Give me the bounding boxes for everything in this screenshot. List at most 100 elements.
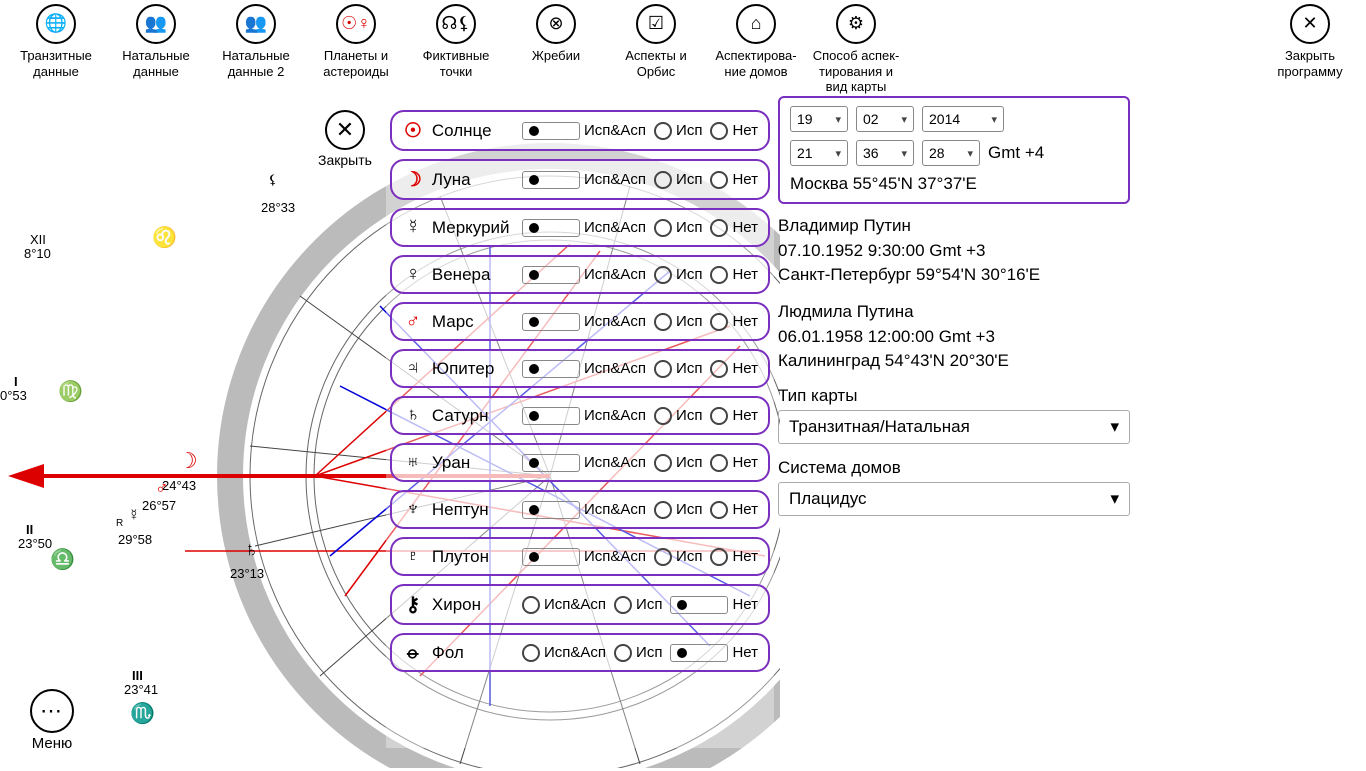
svg-text:23°50: 23°50 <box>18 536 52 551</box>
planet-name: Фол <box>432 643 514 663</box>
opt-use-aspect[interactable]: Исп&Асп <box>522 360 646 378</box>
opt-none[interactable]: Нет <box>710 313 758 331</box>
radio-icon <box>654 313 672 331</box>
tool-planets-asteroids[interactable]: ☉♀Планеты и астероиды <box>308 4 404 79</box>
svg-text:XII: XII <box>30 232 46 247</box>
opt-none[interactable]: Нет <box>710 171 758 189</box>
transit-year-select[interactable]: 2014▾ <box>922 106 1004 132</box>
chevron-down-icon: ▾ <box>901 147 907 160</box>
svg-text:♍: ♍ <box>58 379 83 403</box>
tool-fictitious-points[interactable]: ☊⚸Фиктивные точки <box>408 4 504 79</box>
chart-type-select[interactable]: Транзитная/Натальная▾ <box>778 410 1130 444</box>
house-system-label: Система домов <box>778 458 1130 478</box>
opt-none[interactable]: Нет <box>670 644 758 662</box>
svg-text:23°13: 23°13 <box>230 566 264 581</box>
transit-month-select[interactable]: 02▾ <box>856 106 914 132</box>
svg-text:R: R <box>116 518 123 529</box>
opt-use[interactable]: Исп <box>654 407 702 425</box>
people-icon: 👥 <box>136 4 176 44</box>
opt-none[interactable]: Нет <box>710 454 758 472</box>
transit-day-select[interactable]: 19▾ <box>790 106 848 132</box>
opt-use[interactable]: Исп <box>654 122 702 140</box>
opt-use[interactable]: Исп <box>614 596 662 614</box>
tool-close-app[interactable]: ✕Закрыть программу <box>1262 4 1358 79</box>
opt-none[interactable]: Нет <box>670 596 758 614</box>
opt-use-aspect[interactable]: Исп&Асп <box>522 219 646 237</box>
radio-icon <box>710 122 728 140</box>
tool-house-aspecting[interactable]: ⌂Аспектирова­ние домов <box>708 4 804 79</box>
svg-text:I: I <box>14 374 18 389</box>
opt-use[interactable]: Исп <box>654 360 702 378</box>
menu-button[interactable]: ⋯ <box>30 689 74 733</box>
tool-aspect-mode-view[interactable]: ⚙Способ аспек­тирования и вид карты <box>808 4 904 95</box>
opt-use[interactable]: Исп <box>654 548 702 566</box>
opt-use[interactable]: Исп <box>654 313 702 331</box>
planet-glyph-icon: ⚷ <box>402 592 424 617</box>
planet-name: Плутон <box>432 547 514 567</box>
opt-none[interactable]: Нет <box>710 122 758 140</box>
tool-natal-data[interactable]: 👥Натальные данные <box>108 4 204 79</box>
tool-natal-data-2[interactable]: 👥Натальные данные 2 <box>208 4 304 79</box>
svg-text:☽: ☽ <box>178 448 198 473</box>
svg-text:♏: ♏ <box>130 701 155 725</box>
chevron-down-icon: ▾ <box>967 147 973 160</box>
opt-use-aspect[interactable]: Исп&Асп <box>522 548 646 566</box>
planet-glyph-icon: ☿ <box>402 216 424 239</box>
svg-text:☿: ☿ <box>128 507 140 524</box>
opt-use[interactable]: Исп <box>614 644 662 662</box>
opt-use[interactable]: Исп <box>654 501 702 519</box>
opt-use-aspect[interactable]: Исп&Асп <box>522 122 646 140</box>
opt-use[interactable]: Исп <box>654 266 702 284</box>
opt-use-aspect[interactable]: Исп&Асп <box>522 596 606 614</box>
chart-type-label: Тип карты <box>778 386 1130 406</box>
opt-use[interactable]: Исп <box>654 454 702 472</box>
radio-icon <box>522 596 540 614</box>
opt-use-aspect[interactable]: Исп&Асп <box>522 644 606 662</box>
opt-use-aspect[interactable]: Исп&Асп <box>522 501 646 519</box>
opt-none[interactable]: Нет <box>710 548 758 566</box>
opt-use-aspect[interactable]: Исп&Асп <box>522 454 646 472</box>
radio-icon <box>654 122 672 140</box>
chevron-down-icon: ▾ <box>1110 417 1119 437</box>
opt-use-aspect[interactable]: Исп&Асп <box>522 407 646 425</box>
opt-none[interactable]: Нет <box>710 360 758 378</box>
work-area: ♌♍♎ ♏♐ XII8°10 I0°53 II23°50 III23°41 ⚸2… <box>0 96 1366 768</box>
opt-use-aspect[interactable]: Исп&Асп <box>522 266 646 284</box>
close-overlay-button[interactable]: ✕ <box>325 110 365 150</box>
planet-glyph-icon: ⦵ <box>402 641 424 664</box>
opt-use[interactable]: Исп <box>654 219 702 237</box>
planets-icon: ☉♀ <box>336 4 376 44</box>
opt-none[interactable]: Нет <box>710 501 758 519</box>
opt-none[interactable]: Нет <box>710 266 758 284</box>
natal1-box: Владимир Путин 07.10.1952 9:30:00 Gmt +3… <box>778 214 1130 288</box>
svg-text:III: III <box>132 668 143 683</box>
opt-use-aspect[interactable]: Исп&Асп <box>522 313 646 331</box>
svg-text:♌: ♌ <box>152 225 177 249</box>
natal2-name: Людмила Путина <box>778 300 1130 325</box>
opt-use-aspect[interactable]: Исп&Асп <box>522 171 646 189</box>
top-toolbar: 🌐Транзитные данные 👥Натальные данные 👥На… <box>0 0 1366 96</box>
tool-lots[interactable]: ⊗Жребии <box>508 4 604 64</box>
natal1-place: Санкт-Петербург 59°54'N 30°16'E <box>778 263 1130 288</box>
radio-icon <box>710 171 728 189</box>
planet-list[interactable]: ☉СолнцеИсп&АспИспНет☽ЛунаИсп&АспИспНет☿М… <box>386 106 774 748</box>
transit-sec-select[interactable]: 28▾ <box>922 140 980 166</box>
house-system-select[interactable]: Плацидус▾ <box>778 482 1130 516</box>
opt-none[interactable]: Нет <box>710 219 758 237</box>
svg-text:⚸: ⚸ <box>268 172 278 187</box>
opt-use[interactable]: Исп <box>654 171 702 189</box>
planet-name: Луна <box>432 170 514 190</box>
opt-none[interactable]: Нет <box>710 407 758 425</box>
transit-place: Москва 55°45'N 37°37'E <box>790 174 1118 194</box>
natal1-datetime: 07.10.1952 9:30:00 Gmt +3 <box>778 239 1130 264</box>
transit-hour-select[interactable]: 21▾ <box>790 140 848 166</box>
svg-text:29°58: 29°58 <box>118 532 152 547</box>
planet-name: Уран <box>432 453 514 473</box>
transit-min-select[interactable]: 36▾ <box>856 140 914 166</box>
tool-transit-data[interactable]: 🌐Транзитные данные <box>8 4 104 79</box>
radio-icon <box>522 266 580 284</box>
radio-icon <box>710 407 728 425</box>
planet-row-фол: ⦵ Фол Исп&Асп Исп Нет <box>390 633 770 672</box>
svg-text:28°33: 28°33 <box>261 200 295 215</box>
tool-aspects-orbis[interactable]: ☑Аспекты и Орбис <box>608 4 704 79</box>
